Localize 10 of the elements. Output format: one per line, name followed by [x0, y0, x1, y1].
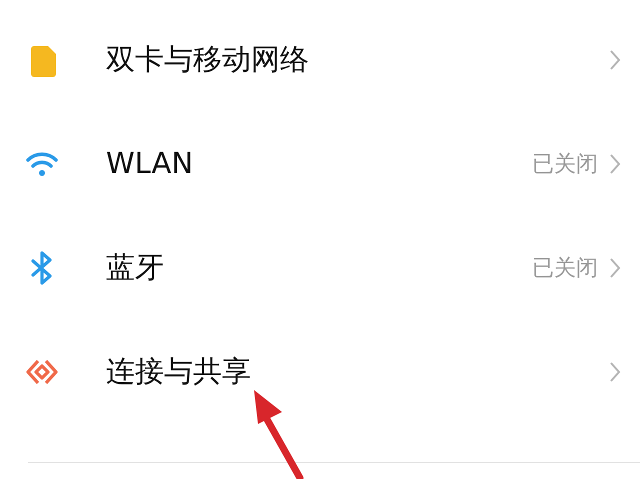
chevron-icon[interactable] — [608, 360, 622, 384]
chevron-icon[interactable] — [608, 256, 622, 280]
setting-label[interactable]: 双卡与移动网络 — [106, 38, 608, 82]
setting-label[interactable]: WLAN — [106, 142, 532, 186]
chevron-icon[interactable] — [608, 152, 622, 176]
setting-label[interactable]: 蓝牙 — [106, 246, 532, 290]
chevron-icon[interactable] — [608, 48, 622, 72]
setting-status: 已关闭 — [532, 254, 598, 282]
setting-label[interactable]: 连接与共享 — [106, 350, 608, 394]
setting-status: 已关闭 — [532, 150, 598, 178]
